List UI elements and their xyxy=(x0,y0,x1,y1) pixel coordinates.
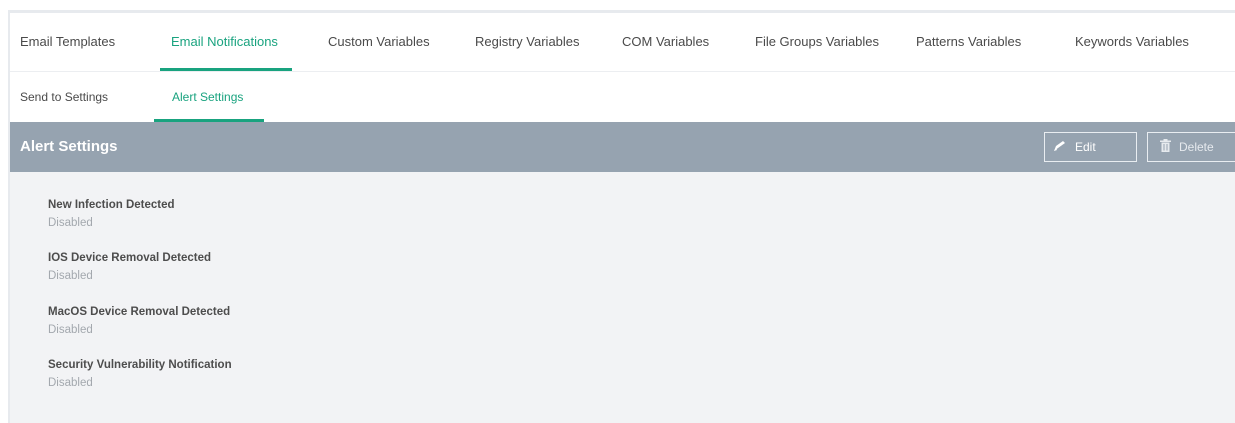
setting-label: IOS Device Removal Detected xyxy=(48,252,211,264)
tab-registry-variables[interactable]: Registry Variables xyxy=(475,13,580,71)
tab-file-groups-variables[interactable]: File Groups Variables xyxy=(755,13,879,71)
settings-list: New Infection Detected Disabled IOS Devi… xyxy=(10,172,1235,423)
tab-com-variables[interactable]: COM Variables xyxy=(622,13,709,71)
tab-patterns-variables[interactable]: Patterns Variables xyxy=(916,13,1021,71)
setting-label: MacOS Device Removal Detected xyxy=(48,306,231,318)
tab-custom-variables[interactable]: Custom Variables xyxy=(328,13,430,71)
setting-value: Disabled xyxy=(48,217,93,229)
setting-label: New Infection Detected xyxy=(48,199,175,211)
edit-button[interactable]: Edit xyxy=(1044,132,1137,162)
panel-title: Alert Settings xyxy=(20,138,118,155)
edit-label: Edit xyxy=(1075,140,1096,154)
setting-value: Disabled xyxy=(48,377,93,389)
pencil-icon xyxy=(1053,140,1075,155)
primary-tab-bar: Email Templates Email Notifications Cust… xyxy=(10,13,1235,71)
trash-icon xyxy=(1160,139,1179,155)
tab-alert-settings[interactable]: Alert Settings xyxy=(153,72,265,122)
panel-header: Alert Settings Edit Delete xyxy=(10,122,1235,172)
secondary-tab-bar: Send to Settings Alert Settings xyxy=(10,72,1235,122)
delete-label: Delete xyxy=(1179,140,1214,154)
setting-label: Security Vulnerability Notification xyxy=(48,359,232,371)
tab-email-templates[interactable]: Email Templates xyxy=(20,13,115,71)
setting-value: Disabled xyxy=(48,324,93,336)
setting-security-vulnerability-notification: Security Vulnerability Notification Disa… xyxy=(48,358,232,391)
setting-ios-device-removal-detected: IOS Device Removal Detected Disabled xyxy=(48,251,211,284)
setting-new-infection-detected: New Infection Detected Disabled xyxy=(48,198,175,231)
tab-keywords-variables[interactable]: Keywords Variables xyxy=(1075,13,1189,71)
setting-macos-device-removal-detected: MacOS Device Removal Detected Disabled xyxy=(48,305,230,338)
setting-value: Disabled xyxy=(48,270,93,282)
delete-button[interactable]: Delete xyxy=(1147,132,1235,162)
tab-email-notifications[interactable]: Email Notifications xyxy=(160,13,292,71)
alert-settings-page: Email Templates Email Notifications Cust… xyxy=(10,13,1235,423)
tab-send-to-settings[interactable]: Send to Settings xyxy=(20,72,108,122)
